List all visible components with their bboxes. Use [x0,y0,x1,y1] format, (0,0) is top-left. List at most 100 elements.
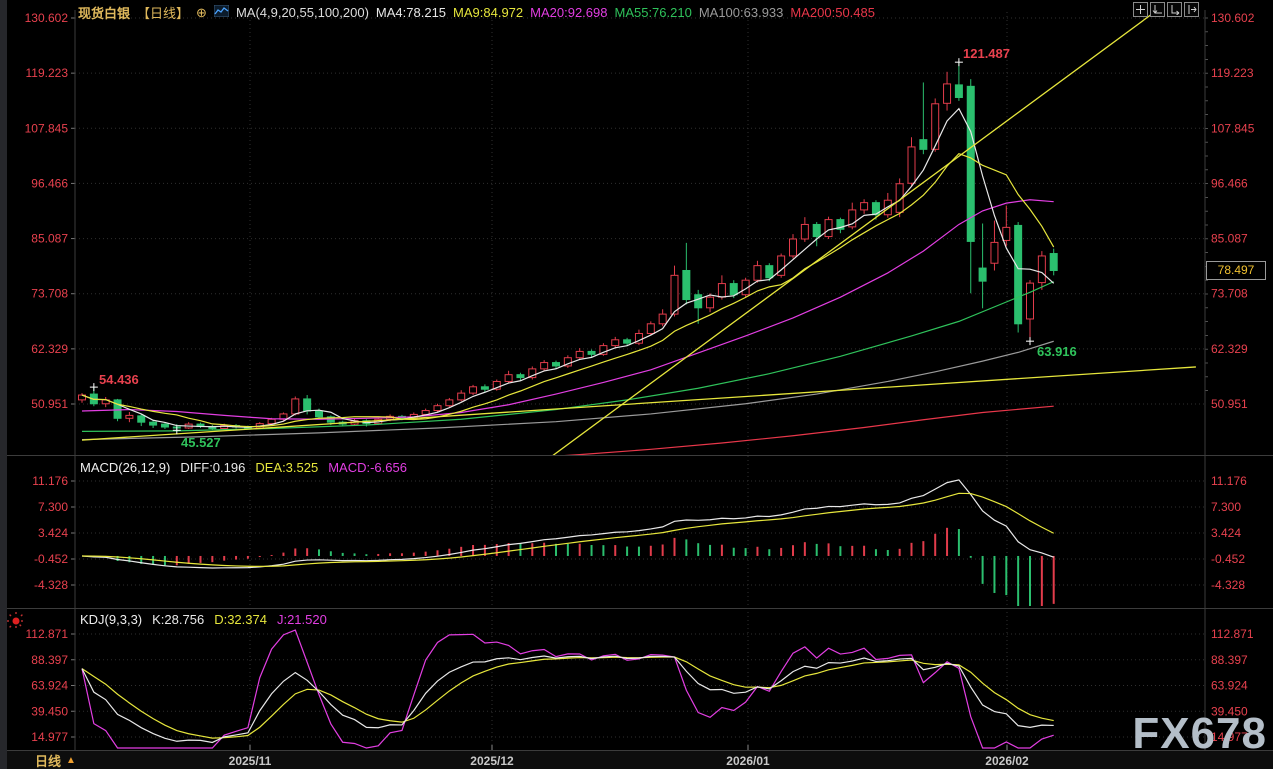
macd-diff-value: DIFF:0.196 [180,460,245,475]
chart-window: 130.602130.602119.223119.223107.845107.8… [0,0,1273,769]
macd-dea-value: DEA:3.525 [255,460,318,475]
candle-body [932,104,939,150]
y-axis-label: 107.845 [25,121,69,135]
y-axis-label: 130.602 [25,11,69,25]
candle-body [1015,225,1022,323]
x-axis-date-label: 2025/12 [470,754,514,768]
y-axis-label: 130.602 [1211,11,1255,25]
candle-body [695,295,702,308]
macd-settings-label[interactable]: MACD(26,12,9) [80,460,170,475]
period-label: 日线 [35,751,61,769]
live-dot-icon [5,610,27,637]
price-annotation: 121.487 [963,46,1010,61]
chart-toolbar [1133,2,1199,17]
candle-body [920,140,927,150]
right-axis-tool-icon[interactable] [1167,2,1182,17]
x-axis-date-label: 2026/02 [985,754,1029,768]
y-axis-label: 3.424 [38,526,68,540]
ma-settings-label[interactable]: MA(4,9,20,55,100,200) [236,5,369,20]
candle-body [268,419,275,423]
kdj-panel [82,630,1054,748]
kdj-d-value: D:32.374 [214,612,267,627]
y-axis-label: 63.924 [1211,679,1248,693]
candle-body [517,375,524,378]
y-axis-label: 11.176 [32,474,68,488]
candle-body [647,324,654,334]
candle-body [754,266,761,281]
candle-body [1003,227,1010,240]
price-annotation: 63.916 [1037,344,1077,359]
period-selector[interactable]: 日线 ▲ [35,751,76,769]
candle-body [671,275,678,314]
y-axis-label: 63.924 [31,679,68,693]
trend-line [82,367,1196,440]
ma200-value: MA200:50.485 [790,5,875,20]
macd-legend: MACD(26,12,9) DIFF:0.196 DEA:3.525 MACD:… [80,460,407,475]
period-tag: 【日线】 [137,3,189,22]
price-annotation: 54.436 [99,372,139,387]
candle-body [126,415,133,418]
watermark: FX678 [1132,709,1267,759]
candle-body [908,147,915,183]
shift-right-tool-icon[interactable] [1184,2,1199,17]
candle-body [150,422,157,425]
y-axis-label: 50.951 [31,397,68,411]
y-axis-label: 73.708 [31,287,68,301]
ma9-value: MA9:84.972 [453,5,523,20]
date-bar [0,751,1273,769]
candle-body [304,399,311,411]
y-axis-label: 85.087 [31,232,68,246]
candle-body [434,406,441,411]
chart-type-icon[interactable] [214,5,229,20]
candle-body [991,242,998,263]
candle-body [1038,256,1045,283]
period-dropdown-arrow-icon: ▲ [66,755,76,766]
grid-layer: 130.602130.602119.223119.223107.845107.8… [0,10,1273,768]
y-axis-label: 11.176 [1211,474,1247,488]
indicator-line [82,657,1054,738]
crosshair-tool-icon[interactable] [1133,2,1148,17]
candle-body [730,284,737,295]
chart-canvas[interactable]: 130.602130.602119.223119.223107.845107.8… [0,0,1273,769]
kdj-j-value: J:21.520 [277,612,327,627]
candle-body [790,239,797,256]
candle-body [612,340,619,346]
candle-body [316,411,323,417]
candle-body [955,85,962,98]
candle-body [813,224,820,236]
y-axis-label: 62.329 [31,342,68,356]
candle-body [446,400,453,406]
candle-body [138,416,145,422]
last-price-tag: 78.497 [1206,261,1266,280]
kdj-k-value: K:28.756 [152,612,204,627]
y-axis-label: -0.452 [34,552,68,566]
macd-panel [82,480,1054,606]
y-axis-label: 50.951 [1211,397,1248,411]
y-axis-label: 107.845 [1211,121,1255,135]
y-axis-label: 96.466 [1211,176,1248,190]
y-axis-label: 62.329 [1211,342,1248,356]
ma20-value: MA20:92.698 [530,5,607,20]
candle-body [1050,254,1057,271]
price-annotation: 45.527 [181,435,221,450]
x-axis-date-label: 2025/11 [229,754,272,768]
kdj-settings-label[interactable]: KDJ(9,3,3) [80,612,142,627]
y-axis-label: 7.300 [1211,500,1241,514]
y-axis-label: 73.708 [1211,287,1248,301]
candle-body [979,268,986,281]
candle-body [801,224,808,239]
candle-body [588,351,595,354]
candle-body [825,220,832,237]
candle-body [766,266,773,278]
candle-body [505,375,512,382]
left-sidebar-strip [0,0,7,769]
left-axis-tool-icon[interactable] [1150,2,1165,17]
y-axis-label: 7.300 [38,500,68,514]
chart-legend: 现货白银 【日线】 ⊕ MA(4,9,20,55,100,200) MA4:78… [78,3,875,22]
y-axis-label: 3.424 [1211,526,1241,540]
x-axis-date-label: 2026/01 [726,754,770,768]
y-axis-label: 88.397 [31,653,68,667]
add-indicator-icon[interactable]: ⊕ [196,5,207,21]
candle-body [481,387,488,389]
candle-body [470,387,477,393]
